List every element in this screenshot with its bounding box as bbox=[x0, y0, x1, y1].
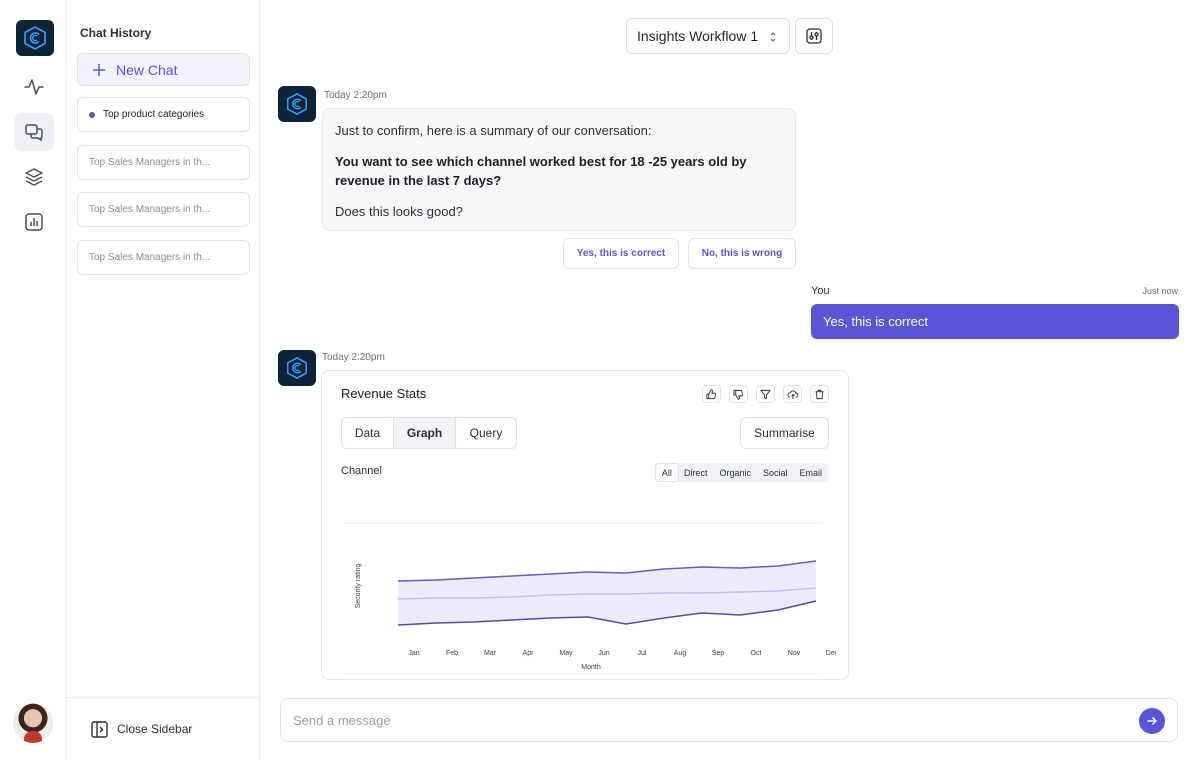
sliders-icon bbox=[806, 28, 822, 44]
user-avatar[interactable] bbox=[13, 703, 53, 743]
message-question: Does this looks good? bbox=[335, 204, 463, 219]
x-tick-label: Aug bbox=[674, 650, 687, 657]
y-axis-label: Security rating bbox=[355, 564, 362, 609]
chat-main: Insights Workflow 1 Today 2:20pm Just to… bbox=[260, 0, 1200, 760]
bot-avatar bbox=[278, 86, 316, 122]
nav-activity[interactable] bbox=[14, 68, 54, 106]
nav-reports[interactable] bbox=[14, 203, 54, 241]
user-message-bubble: Yes, this is correct bbox=[811, 304, 1179, 339]
x-tick-label: Sep bbox=[712, 650, 725, 657]
bot-avatar bbox=[278, 350, 316, 386]
thumbs-down-icon bbox=[733, 389, 744, 400]
message-timestamp: Today 2:20pm bbox=[322, 352, 385, 363]
x-tick-label: Feb bbox=[446, 650, 458, 657]
activity-icon bbox=[24, 79, 44, 95]
channel-filter: All Direct Organic Social Email bbox=[654, 463, 829, 482]
chat-history-item[interactable]: Top product categories bbox=[77, 97, 250, 132]
trash-icon bbox=[815, 389, 824, 399]
chat-history-item-label: Top product categories bbox=[103, 109, 205, 120]
thumbs-down-button[interactable] bbox=[729, 385, 748, 403]
logo-mark-icon bbox=[287, 93, 307, 115]
logo-mark-icon bbox=[287, 357, 307, 379]
workflow-settings-button[interactable] bbox=[795, 18, 833, 54]
layers-icon bbox=[25, 168, 43, 186]
delete-button[interactable] bbox=[810, 385, 829, 403]
chat-history-title: Chat History bbox=[80, 26, 152, 40]
message-input[interactable]: Send a message bbox=[293, 713, 391, 728]
sidebar-toggle-icon bbox=[91, 720, 108, 738]
filter-email[interactable]: Email bbox=[793, 464, 828, 481]
chat-history-item[interactable]: Top Sales Managers in th... bbox=[77, 240, 250, 275]
thumbs-up-icon bbox=[706, 388, 717, 399]
filter-organic[interactable]: Organic bbox=[713, 464, 757, 481]
nav-chat[interactable] bbox=[14, 113, 54, 151]
revenue-area-chart: Security rating Month Jan Feb Mar Apr May Jun… bbox=[342, 522, 836, 675]
upload-button[interactable] bbox=[783, 385, 802, 403]
send-button[interactable] bbox=[1139, 708, 1165, 734]
workflow-select[interactable]: Insights Workflow 1 bbox=[626, 18, 790, 54]
tab-query[interactable]: Query bbox=[456, 418, 516, 448]
close-sidebar-button[interactable]: Close Sidebar bbox=[67, 697, 260, 760]
bar-chart-icon bbox=[25, 213, 43, 231]
close-sidebar-label: Close Sidebar bbox=[117, 722, 193, 736]
chat-history-item[interactable]: Top Sales Managers in th... bbox=[77, 192, 250, 227]
plus-icon bbox=[93, 63, 105, 76]
tab-graph[interactable]: Graph bbox=[394, 418, 456, 448]
filter-social[interactable]: Social bbox=[757, 464, 794, 481]
x-tick-label: Oct bbox=[751, 650, 762, 657]
bot-message-bubble: Just to confirm, here is a summary of ou… bbox=[322, 108, 796, 231]
card-actions bbox=[702, 385, 829, 403]
logo-mark-icon bbox=[24, 26, 46, 50]
new-chat-label: New Chat bbox=[116, 61, 178, 78]
x-tick-label: Jan bbox=[408, 650, 419, 657]
x-tick-label: Nov bbox=[788, 650, 801, 657]
message-composer[interactable]: Send a message bbox=[280, 698, 1178, 742]
confirm-yes-button[interactable]: Yes, this is correct bbox=[563, 238, 679, 269]
filter-all[interactable]: All bbox=[655, 464, 678, 481]
filter-direct[interactable]: Direct bbox=[678, 464, 714, 481]
chat-history-sidebar: Chat History New Chat Top product catego… bbox=[67, 0, 260, 760]
message-summary: You want to see which channel worked bes… bbox=[335, 154, 747, 188]
confirm-no-button[interactable]: No, this is wrong bbox=[688, 238, 796, 269]
x-tick-label: May bbox=[559, 650, 573, 657]
chat-icon bbox=[25, 124, 43, 142]
workflow-select-value: Insights Workflow 1 bbox=[637, 28, 759, 44]
view-tabs: Data Graph Query bbox=[341, 417, 517, 449]
message-timestamp: Today 2:20pm bbox=[324, 90, 387, 101]
x-tick-label: Mar bbox=[484, 650, 497, 657]
arrow-right-icon bbox=[1147, 716, 1158, 726]
icon-rail bbox=[0, 0, 67, 760]
user-message-time: Just now bbox=[1142, 286, 1178, 296]
active-dot-icon bbox=[89, 111, 95, 118]
x-tick-label: Dec bbox=[826, 650, 836, 657]
message-text: Just to confirm, here is a summary of ou… bbox=[335, 123, 652, 138]
revenue-stats-card: Revenue Stats Data Graph Query Summarise bbox=[321, 370, 849, 680]
user-name: You bbox=[811, 285, 830, 297]
filter-button[interactable] bbox=[756, 385, 775, 403]
chat-history-item[interactable]: Top Sales Managers in th... bbox=[77, 145, 250, 180]
new-chat-button[interactable]: New Chat bbox=[77, 53, 250, 86]
chevron-up-down-icon bbox=[770, 32, 776, 42]
cloud-upload-icon bbox=[787, 390, 798, 399]
summarise-button[interactable]: Summarise bbox=[740, 417, 829, 449]
app-logo[interactable] bbox=[16, 20, 54, 56]
chart-band-area bbox=[398, 561, 816, 625]
x-tick-label: Jun bbox=[598, 650, 609, 657]
card-title: Revenue Stats bbox=[341, 386, 427, 401]
nav-layers[interactable] bbox=[14, 158, 54, 196]
chat-history-item-label: Top Sales Managers in th... bbox=[89, 204, 211, 215]
thumbs-up-button[interactable] bbox=[702, 385, 721, 403]
channel-label: Channel bbox=[341, 465, 382, 477]
x-tick-label: Jul bbox=[638, 650, 647, 657]
filter-icon bbox=[760, 389, 771, 399]
chat-history-item-label: Top Sales Managers in th... bbox=[89, 157, 211, 168]
x-axis-label: Month bbox=[581, 664, 601, 671]
tab-data[interactable]: Data bbox=[342, 418, 394, 448]
x-tick-label: Apr bbox=[523, 650, 535, 657]
chat-history-item-label: Top Sales Managers in th... bbox=[89, 252, 211, 263]
